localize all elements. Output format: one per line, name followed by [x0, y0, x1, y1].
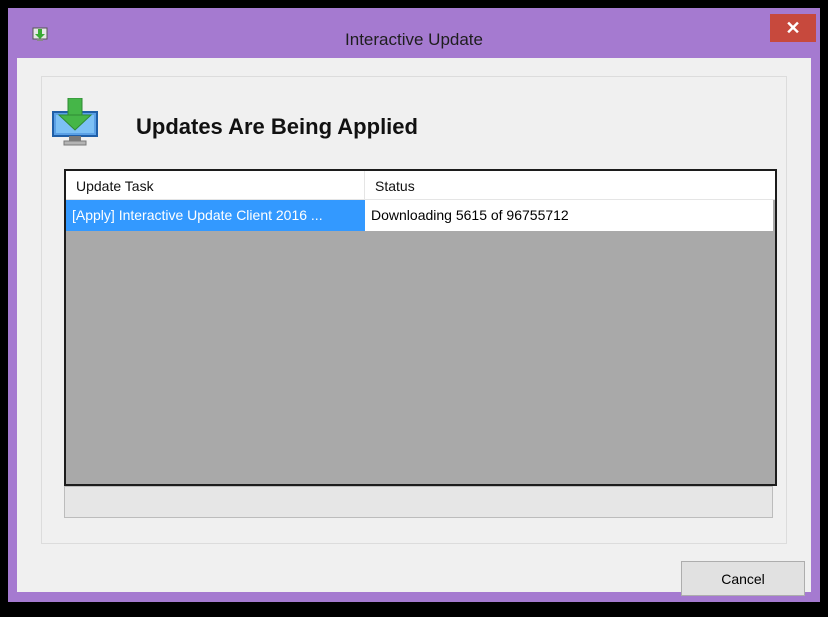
dialog-window: Interactive Update ✕ Updates Are Being A…: [8, 8, 820, 602]
page-title: Updates Are Being Applied: [136, 114, 418, 139]
task-cell: [Apply] Interactive Update Client 2016 .…: [66, 200, 365, 231]
status-cell: Downloading 5615 of 96755712: [371, 207, 569, 223]
column-header-status[interactable]: Status: [365, 171, 775, 199]
close-icon: ✕: [785, 17, 801, 38]
window-title: Interactive Update: [345, 30, 483, 49]
column-header-update-task[interactable]: Update Task: [66, 171, 365, 199]
title-bar[interactable]: Interactive Update ✕: [8, 8, 820, 54]
monitor-download-arrow-icon: [52, 98, 98, 146]
update-task-list[interactable]: Update Task Status [Apply] Interactive U…: [64, 169, 777, 486]
list-header: Update Task Status: [66, 171, 775, 200]
close-button[interactable]: ✕: [770, 14, 816, 42]
table-row[interactable]: [Apply] Interactive Update Client 2016 .…: [66, 200, 773, 231]
progress-bar: [64, 486, 773, 518]
cancel-button[interactable]: Cancel: [681, 561, 805, 596]
client-area: Updates Are Being Applied Update Task St…: [17, 58, 811, 596]
